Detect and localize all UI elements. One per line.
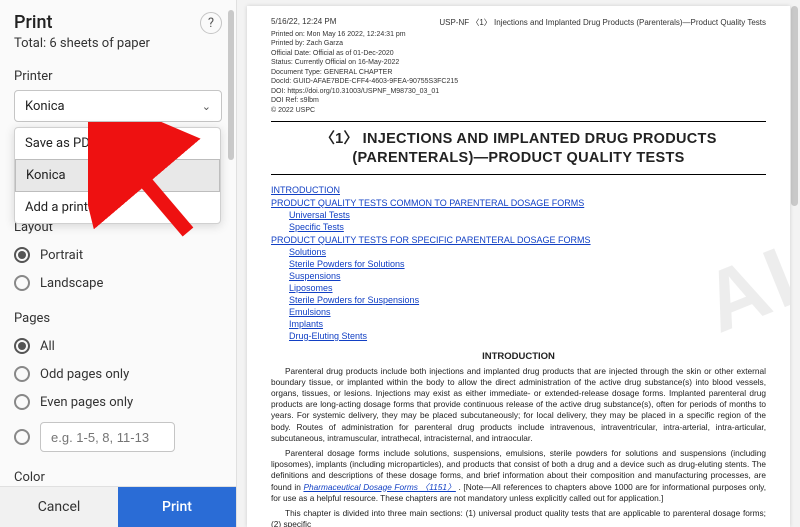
chevron-down-icon: ⌄ bbox=[202, 100, 211, 113]
printer-select[interactable]: Konica ⌄ bbox=[14, 90, 222, 122]
toc-link[interactable]: Sterile Powders for Solutions bbox=[289, 259, 405, 269]
radio-icon bbox=[14, 366, 30, 382]
divider-bottom bbox=[271, 174, 766, 175]
toc-link[interactable]: Sterile Powders for Suspensions bbox=[289, 295, 419, 305]
divider-top bbox=[271, 121, 766, 122]
layout-option-portrait[interactable]: Portrait bbox=[14, 241, 222, 269]
preview-meta-line: DOI Ref: s9lbm bbox=[271, 96, 766, 105]
toc-link[interactable]: Specific Tests bbox=[289, 222, 344, 232]
preview-page: AL 5/16/22, 12:24 PM USP-NF 〈1〉 Injectio… bbox=[247, 6, 790, 527]
pages-option-label: Odd pages only bbox=[40, 367, 129, 382]
pages-option-even[interactable]: Even pages only bbox=[14, 388, 222, 416]
layout-option-landscape[interactable]: Landscape bbox=[14, 269, 222, 297]
help-icon[interactable]: ? bbox=[200, 12, 222, 34]
dosage-forms-link[interactable]: Pharmaceutical Dosage Forms 〈1151〉 bbox=[303, 482, 455, 492]
preview-meta-block: Printed on: Mon May 16 2022, 12:24:31 pm… bbox=[271, 30, 766, 115]
pages-option-all[interactable]: All bbox=[14, 332, 222, 360]
preview-meta-line: DOI: https://doi.org/10.31003/USPNF_M987… bbox=[271, 87, 766, 96]
body-paragraph-1: Parenteral drug products include both in… bbox=[271, 366, 766, 444]
body-paragraph-3: This chapter is divided into three main … bbox=[271, 508, 766, 527]
cancel-button[interactable]: Cancel bbox=[0, 487, 118, 527]
preview-meta-line: Printed on: Mon May 16 2022, 12:24:31 pm bbox=[271, 30, 766, 39]
preview-meta-line: Official Date: Official as of 01-Dec-202… bbox=[271, 49, 766, 58]
toc-link[interactable]: Liposomes bbox=[289, 283, 333, 293]
pages-option-odd[interactable]: Odd pages only bbox=[14, 360, 222, 388]
radio-icon bbox=[14, 275, 30, 291]
pages-custom-input[interactable] bbox=[40, 422, 175, 452]
printer-option-add-printer[interactable]: Add a printer bbox=[15, 192, 220, 223]
radio-icon bbox=[14, 394, 30, 410]
dialog-button-bar: Cancel Print bbox=[0, 486, 236, 527]
printer-selected-value: Konica bbox=[25, 99, 65, 114]
printer-dropdown: Save as PDF Konica Add a printer bbox=[14, 127, 221, 224]
print-title: Print bbox=[14, 12, 52, 33]
preview-meta-line: Printed by: Zach Garza bbox=[271, 39, 766, 48]
printer-option-save-as-pdf[interactable]: Save as PDF bbox=[15, 128, 220, 159]
radio-icon bbox=[14, 429, 30, 445]
toc-link[interactable]: Universal Tests bbox=[289, 210, 350, 220]
preview-meta-line: DocId: GUID-AFAE7BDE-CFF4-4603-9FEA-9075… bbox=[271, 77, 766, 86]
pages-option-custom[interactable] bbox=[14, 416, 222, 458]
layout-group: Portrait Landscape bbox=[14, 241, 222, 297]
doc-title-line2: (PARENTERALS)—PRODUCT QUALITY TESTS bbox=[271, 149, 766, 168]
printer-option-konica[interactable]: Konica bbox=[15, 159, 220, 192]
layout-option-label: Landscape bbox=[40, 276, 103, 291]
pages-option-label: Even pages only bbox=[40, 395, 133, 410]
layout-option-label: Portrait bbox=[40, 248, 83, 263]
preview-header-row: 5/16/22, 12:24 PM USP-NF 〈1〉 Injections … bbox=[271, 17, 766, 28]
table-of-contents: INTRODUCTION PRODUCT QUALITY TESTS COMMON… bbox=[271, 185, 766, 341]
toc-link[interactable]: PRODUCT QUALITY TESTS COMMON TO PARENTER… bbox=[271, 198, 584, 208]
right-scrollbar[interactable] bbox=[791, 6, 798, 206]
preview-meta-line: Document Type: GENERAL CHAPTER bbox=[271, 68, 766, 77]
toc-link[interactable]: Solutions bbox=[289, 247, 326, 257]
pages-label: Pages bbox=[14, 311, 222, 326]
print-header: Print ? bbox=[14, 12, 222, 34]
print-dialog-scroll: Print ? Total: 6 sheets of paper Printer… bbox=[0, 0, 236, 486]
body-paragraph-2: Parenteral dosage forms include solution… bbox=[271, 448, 766, 504]
print-subtitle: Total: 6 sheets of paper bbox=[14, 36, 222, 51]
color-label: Color bbox=[14, 470, 222, 485]
print-button[interactable]: Print bbox=[118, 487, 236, 527]
pages-option-label: All bbox=[40, 339, 55, 354]
toc-link[interactable]: PRODUCT QUALITY TESTS FOR SPECIFIC PAREN… bbox=[271, 235, 591, 245]
preview-meta-line: © 2022 USPC bbox=[271, 106, 766, 115]
print-dialog-panel: Print ? Total: 6 sheets of paper Printer… bbox=[0, 0, 237, 527]
toc-link[interactable]: INTRODUCTION bbox=[271, 185, 340, 195]
printer-label: Printer bbox=[14, 69, 222, 84]
preview-datetime: 5/16/22, 12:24 PM bbox=[271, 17, 336, 28]
toc-link[interactable]: Implants bbox=[289, 319, 323, 329]
pages-group: All Odd pages only Even pages only bbox=[14, 332, 222, 458]
toc-link[interactable]: Drug-Eluting Stents bbox=[289, 331, 367, 341]
preview-meta-line: Status: Currently Official on 16-May-202… bbox=[271, 58, 766, 67]
toc-link[interactable]: Suspensions bbox=[289, 271, 341, 281]
preview-panel: AL 5/16/22, 12:24 PM USP-NF 〈1〉 Injectio… bbox=[237, 0, 800, 527]
toc-link[interactable]: Emulsions bbox=[289, 307, 331, 317]
doc-title-line1: 〈1〉 INJECTIONS AND IMPLANTED DRUG PRODUC… bbox=[271, 130, 766, 149]
radio-icon bbox=[14, 338, 30, 354]
radio-icon bbox=[14, 247, 30, 263]
intro-heading: INTRODUCTION bbox=[271, 351, 766, 362]
left-scrollbar[interactable] bbox=[228, 10, 234, 160]
preview-docline: USP-NF 〈1〉 Injections and Implanted Drug… bbox=[439, 17, 766, 28]
